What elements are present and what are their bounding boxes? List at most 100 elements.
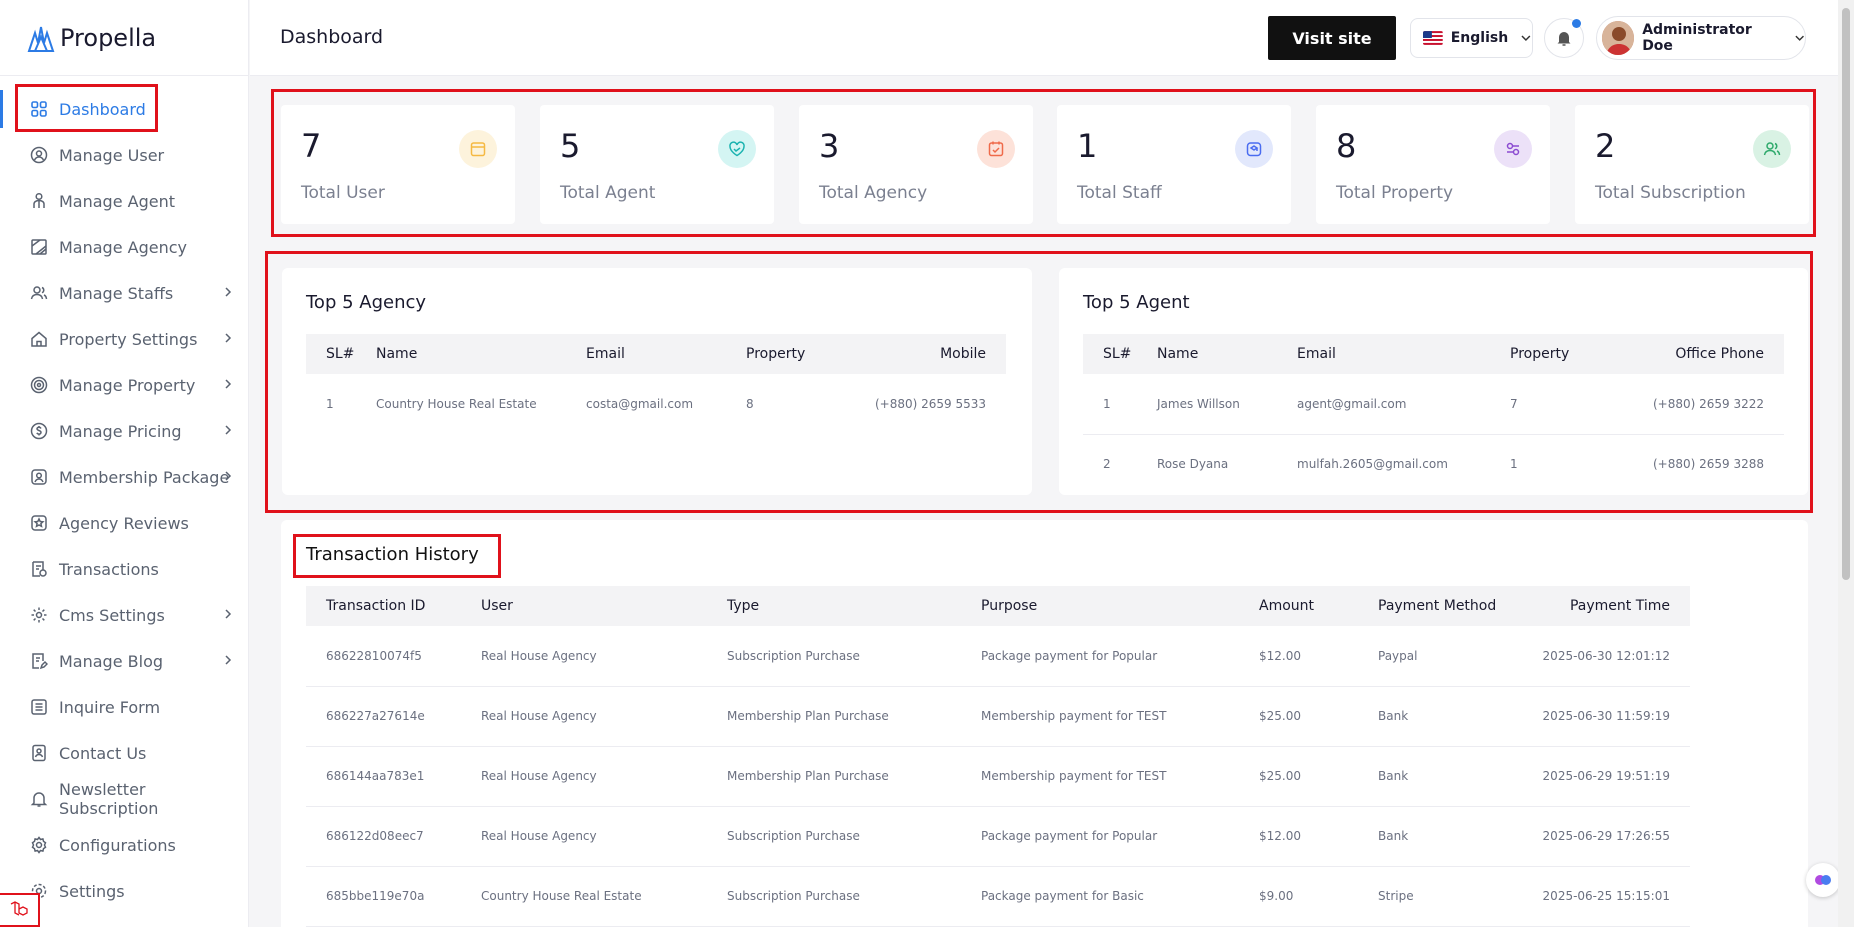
assistant-button[interactable] — [1806, 863, 1840, 897]
scrollbar-thumb[interactable] — [1842, 8, 1850, 580]
table-cell: James Willson — [1157, 374, 1297, 435]
calendar-check-icon — [977, 130, 1015, 168]
sidebar-item-label: Transactions — [59, 559, 159, 579]
stat-card-total-user[interactable]: 7 Total User — [281, 105, 515, 224]
table-cell: Package payment for Popular — [981, 806, 1259, 867]
column-header: Office Phone — [1610, 334, 1784, 374]
table-row[interactable]: 68622810074f5 Real House Agency Subscrip… — [306, 626, 1690, 687]
table-cell: Bank — [1378, 806, 1538, 867]
table-header-row: Transaction ID User Type Purpose Amount … — [306, 586, 1690, 626]
sidebar-item-cms-settings[interactable]: Cms Settings — [0, 592, 248, 638]
staff-icon — [1235, 130, 1273, 168]
transaction-history-title: Transaction History — [306, 544, 479, 565]
table-cell: 686227a27614e — [306, 686, 481, 747]
table-cell: Real House Agency — [481, 806, 727, 867]
table-cell: 2025-06-29 19:51:19 — [1538, 746, 1690, 807]
table-cell: mulfah.2605@gmail.com — [1297, 457, 1448, 472]
table-cell: Paypal — [1378, 626, 1538, 687]
sidebar-item-manage-user[interactable]: Manage User — [0, 132, 248, 178]
table-cell: Bank — [1378, 746, 1538, 807]
star-icon — [30, 514, 48, 532]
table-cell: 8 — [746, 397, 754, 411]
stat-label: Total Subscription — [1595, 183, 1746, 203]
laravel-icon[interactable] — [0, 893, 40, 927]
table-row[interactable]: 1 Country House Real Estate costa@gmail.… — [306, 374, 1006, 434]
column-header: Property — [746, 334, 856, 374]
sidebar: Propella Dashboard Manage User Manage Ag… — [0, 0, 249, 927]
language-label: English — [1450, 30, 1509, 46]
table-cell: Membership Plan Purchase — [727, 686, 981, 747]
sidebar-item-label: Manage Agent — [59, 191, 175, 211]
chevron-right-icon — [225, 379, 232, 389]
user-menu[interactable]: Administrator Doe — [1596, 16, 1806, 60]
sidebar-item-label: Inquire Form — [59, 697, 161, 717]
sidebar-item-agency-reviews[interactable]: Agency Reviews — [0, 500, 248, 546]
stat-card-total-staff[interactable]: 1 Total Staff — [1057, 105, 1291, 224]
table-cell: 686122d08eec7 — [306, 806, 481, 867]
sidebar-item-manage-staffs[interactable]: Manage Staffs — [0, 270, 248, 316]
language-selector[interactable]: English — [1410, 18, 1533, 58]
table-cell: Real House Agency — [481, 746, 727, 807]
table-row[interactable]: 686227a27614e Real House Agency Membersh… — [306, 686, 1690, 747]
table-row[interactable]: 685bbe119e70a Country House Real Estate … — [306, 866, 1690, 927]
stat-card-total-subscription[interactable]: 2 Total Subscription — [1575, 105, 1809, 224]
chevron-right-icon — [225, 425, 232, 435]
user-icon — [30, 146, 48, 164]
column-header: Property — [1510, 334, 1610, 374]
visit-site-button[interactable]: Visit site — [1268, 16, 1396, 60]
table-cell: 68622810074f5 — [306, 626, 481, 687]
sidebar-item-manage-blog[interactable]: Manage Blog — [0, 638, 248, 684]
sidebar-item-manage-pricing[interactable]: Manage Pricing — [0, 408, 248, 454]
table-cell: Real House Agency — [481, 686, 727, 747]
sidebar-item-manage-property[interactable]: Manage Property — [0, 362, 248, 408]
table-cell: Membership Plan Purchase — [727, 746, 981, 807]
vertical-scrollbar[interactable] — [1838, 0, 1854, 927]
table-cell: Bank — [1378, 686, 1538, 747]
sidebar-item-manage-agency[interactable]: Manage Agency — [0, 224, 248, 270]
stat-card-total-agent[interactable]: 5 Total Agent — [540, 105, 774, 224]
table-row[interactable]: 2 Rose Dyana mulfah.2605@gmail.com 1 (+8… — [1083, 434, 1784, 494]
sidebar-item-membership-package[interactable]: Membership Package — [0, 454, 248, 500]
us-flag-icon — [1423, 31, 1443, 45]
sidebar-item-transactions[interactable]: Transactions — [0, 546, 248, 592]
stat-value: 5 — [560, 127, 581, 165]
sidebar-item-contact-us[interactable]: Contact Us — [0, 730, 248, 776]
table-cell: Package payment for Basic — [981, 866, 1259, 927]
sidebar-item-newsletter-subscription[interactable]: Newsletter Subscription — [0, 776, 248, 822]
table-cell: $12.00 — [1259, 626, 1378, 687]
chevron-right-icon — [225, 333, 232, 343]
column-header: SL# — [1083, 334, 1157, 374]
agent-icon — [30, 192, 48, 210]
brand[interactable]: Propella — [0, 0, 248, 76]
building-icon — [30, 238, 48, 256]
stat-card-total-agency[interactable]: 3 Total Agency — [799, 105, 1033, 224]
column-header: Purpose — [981, 586, 1259, 626]
stat-card-total-property[interactable]: 8 Total Property — [1316, 105, 1550, 224]
chevron-right-icon — [225, 655, 232, 665]
column-header: Payment Time — [1538, 586, 1690, 626]
stat-value: 7 — [301, 127, 322, 165]
table-cell: Subscription Purchase — [727, 866, 981, 927]
table-cell: 1 — [1083, 374, 1157, 435]
stat-label: Total Property — [1336, 183, 1454, 203]
brand-name: Propella — [60, 23, 157, 52]
table-row[interactable]: 1 James Willson agent@gmail.com 7 (+880)… — [1083, 374, 1784, 435]
table-cell: $25.00 — [1259, 746, 1378, 807]
sidebar-item-manage-agent[interactable]: Manage Agent — [0, 178, 248, 224]
sidebar-item-property-settings[interactable]: Property Settings — [0, 316, 248, 362]
column-header: Email — [586, 334, 746, 374]
list-icon — [30, 698, 48, 716]
home-icon — [30, 330, 48, 348]
sidebar-item-inquire-form[interactable]: Inquire Form — [0, 684, 248, 730]
table-cell: (+880) 2659 3222 — [1610, 374, 1784, 435]
sidebar-item-configurations[interactable]: Configurations — [0, 822, 248, 868]
table-row[interactable]: 686144aa783e1 Real House Agency Membersh… — [306, 746, 1690, 807]
column-header: SL# — [306, 334, 376, 374]
notifications-button[interactable] — [1544, 18, 1584, 58]
bell-icon — [1557, 32, 1571, 46]
table-row[interactable]: 686122d08eec7 Real House Agency Subscrip… — [306, 806, 1690, 867]
table-cell: 2025-06-30 11:59:19 — [1538, 686, 1690, 747]
table-cell: 686144aa783e1 — [306, 746, 481, 807]
stat-label: Total User — [301, 183, 385, 203]
table-cell: 685bbe119e70a — [306, 866, 481, 927]
